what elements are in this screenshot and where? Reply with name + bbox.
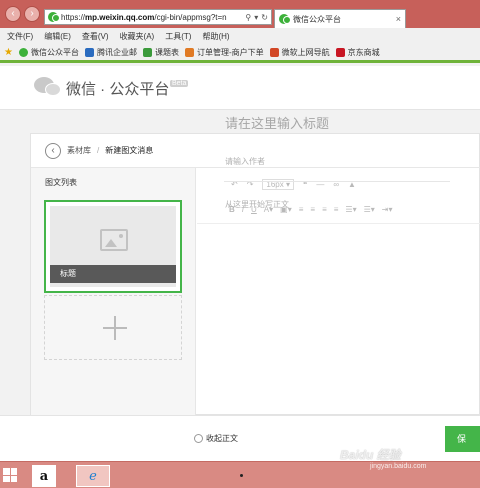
- wechat-logo-icon[interactable]: [34, 76, 62, 98]
- mail-icon: [84, 47, 94, 57]
- back-icon[interactable]: ‹: [5, 6, 21, 22]
- favorite-item[interactable]: 订单管理-商户下单: [184, 47, 264, 58]
- wechat-icon: [279, 14, 291, 24]
- editor-panel: ‹ 素材库 / 新建图文消息 图文列表 标题 ↶ ↷ 16px ▾ ❝ — ∞ …: [30, 133, 480, 415]
- beta-badge: Beta: [170, 80, 189, 87]
- ordered-list-icon[interactable]: ☰▾: [345, 205, 356, 214]
- favorite-item[interactable]: 京东商城: [335, 47, 380, 58]
- watermark-url: jingyan.baidu.com: [370, 463, 427, 470]
- taskbar-dot: [240, 474, 243, 477]
- wechat-icon: [18, 47, 28, 57]
- favorites-bar: ★ 微信公众平台 腾讯企业邮 课题表 订单管理-商户下单 微软上网导航 京东商城: [0, 44, 480, 63]
- divider: [224, 181, 450, 182]
- image-icon: [100, 229, 128, 251]
- jd-icon: [335, 47, 345, 57]
- editor-toolbar: ↶ ↷ 16px ▾ ❝ — ∞ ▲ B I U A▾ ▣▾ ≡ ≡ ≡ ≡ ☰…: [197, 168, 480, 224]
- favorite-item[interactable]: 微软上网导航: [269, 47, 330, 58]
- forward-icon[interactable]: ›: [24, 6, 40, 22]
- tab-title: 微信公众平台: [293, 14, 341, 24]
- menu-file[interactable]: 文件(F): [7, 31, 33, 42]
- windows-start-icon[interactable]: [3, 468, 17, 482]
- menu-tools[interactable]: 工具(T): [165, 31, 191, 42]
- menu-view[interactable]: 查看(V): [82, 31, 109, 42]
- brand-title[interactable]: 微信 · 公众平台: [66, 78, 169, 99]
- article-list-title: 图文列表: [45, 178, 77, 187]
- ie-browser-icon[interactable]: e: [76, 465, 110, 487]
- dropdown-icon[interactable]: ▾: [254, 13, 258, 22]
- breadcrumb-parent[interactable]: 素材库: [67, 145, 91, 156]
- star-icon[interactable]: ★: [4, 47, 13, 58]
- article-list: 图文列表 标题: [31, 168, 196, 415]
- breadcrumb-separator: /: [97, 146, 100, 155]
- unordered-list-icon[interactable]: ☰▾: [364, 205, 375, 214]
- address-text[interactable]: https://mp.weixin.qq.com/cgi-bin/appmsg?…: [61, 13, 242, 22]
- page-icon: [142, 47, 152, 57]
- favorite-item[interactable]: 腾讯企业邮: [84, 47, 137, 58]
- menu-bar: 文件(F) 编辑(E) 查看(V) 收藏夹(A) 工具(T) 帮助(H): [0, 28, 480, 44]
- add-article-button[interactable]: [44, 295, 182, 360]
- close-icon[interactable]: ×: [396, 14, 401, 24]
- amazon-icon[interactable]: a: [32, 465, 56, 487]
- menu-help[interactable]: 帮助(H): [202, 31, 229, 42]
- shop-icon: [184, 47, 194, 57]
- toolbar-row: ↶ ↷ 16px ▾ ❝ — ∞ ▲: [197, 177, 356, 191]
- body-editor[interactable]: 从这里开始写正文: [225, 199, 289, 210]
- align-left-icon[interactable]: ≡: [299, 205, 304, 214]
- search-icon[interactable]: ⚲: [245, 13, 251, 22]
- browser-tab[interactable]: 微信公众平台 ×: [274, 9, 406, 28]
- back-circle-icon[interactable]: ‹: [45, 142, 61, 159]
- article-caption: 标题: [50, 265, 176, 283]
- collapse-body-button[interactable]: 收起正文: [194, 433, 238, 444]
- breadcrumb-current: 新建图文消息: [105, 146, 154, 155]
- align-right-icon[interactable]: ≡: [322, 205, 327, 214]
- browser-titlebar: ‹ › https://mp.weixin.qq.com/cgi-bin/app…: [0, 0, 480, 28]
- refresh-icon[interactable]: ↻: [261, 13, 268, 22]
- menu-favorites[interactable]: 收藏夹(A): [120, 31, 155, 42]
- watermark: Baidu 经验: [340, 448, 401, 462]
- nav-icon: [269, 47, 279, 57]
- wechat-icon: [48, 12, 60, 22]
- indent-icon[interactable]: ⇥▾: [382, 205, 393, 214]
- collapse-icon: [194, 434, 203, 443]
- favorite-item[interactable]: 课题表: [142, 47, 179, 58]
- plus-icon: [103, 316, 127, 340]
- article-card[interactable]: 标题: [44, 200, 182, 293]
- page-header: 微信 · 公众平台 Beta: [0, 66, 480, 110]
- favorite-item[interactable]: 微信公众平台: [18, 47, 79, 58]
- editor-footer: 收起正文 保: [0, 415, 480, 461]
- title-input[interactable]: 请在这里输入标题: [225, 113, 329, 132]
- author-input[interactable]: 请输入作者: [225, 156, 265, 167]
- justify-icon[interactable]: ≡: [334, 205, 339, 214]
- menu-edit[interactable]: 编辑(E): [44, 31, 71, 42]
- save-button[interactable]: 保: [445, 426, 480, 452]
- align-center-icon[interactable]: ≡: [310, 205, 315, 214]
- address-bar[interactable]: https://mp.weixin.qq.com/cgi-bin/appmsg?…: [44, 9, 272, 25]
